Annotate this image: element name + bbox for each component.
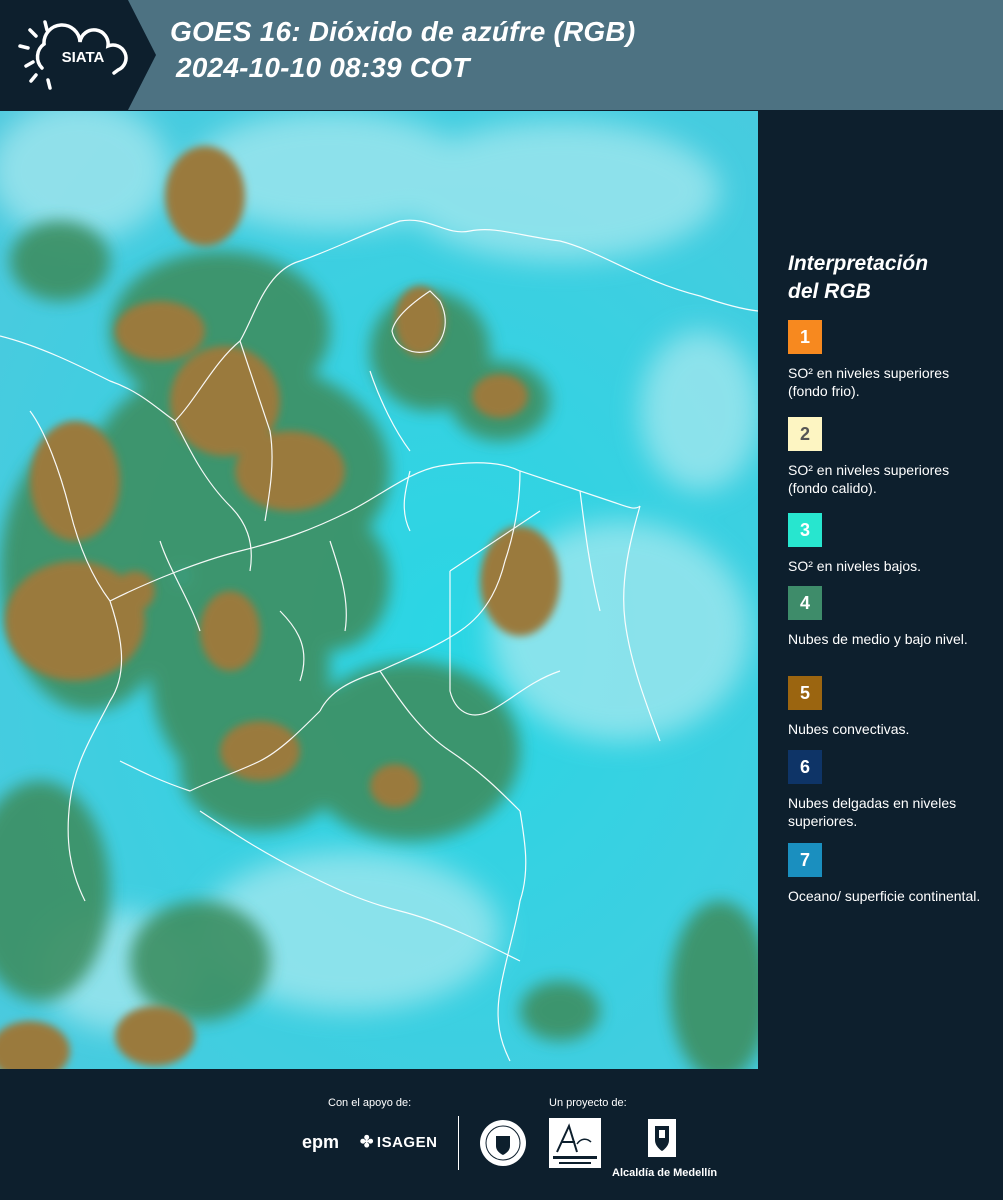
- legend-title-line-2: del RGB: [788, 280, 871, 303]
- isagen-logo: ✤ ISAGEN: [360, 1132, 437, 1152]
- alcaldia-text: Alcaldía de Medellín: [612, 1167, 718, 1179]
- footer-bar: Con el apoyo de: Un proyecto de: epm ✤ IS…: [0, 1070, 1003, 1200]
- title-line-1: GOES 16: Dióxido de azúfre (RGB): [170, 16, 636, 47]
- legend-desc-3: SO² en niveles bajos.: [788, 558, 922, 574]
- footer-divider: [458, 1116, 459, 1170]
- legend-swatch-2: 2: [788, 417, 822, 451]
- title-line-2: 2024-10-10 08:39 COT: [176, 52, 470, 83]
- medellin-seal-icon: [480, 1120, 526, 1166]
- legend-desc-2: SO² en niveles superiores (fondo calido)…: [788, 462, 950, 496]
- area-metropolitana-logo-icon: [549, 1118, 601, 1168]
- legend-desc-5: Nubes convectivas.: [788, 721, 910, 737]
- epm-logo: epm: [302, 1132, 339, 1153]
- legend-item-6: 6 Nubes delgadas en niveles superiores.: [788, 750, 988, 830]
- header-bar: SIATA GOES 16: Dióxido de azúfre (RGB) 2…: [0, 0, 1003, 110]
- satellite-map: [0, 111, 758, 1069]
- support-label: Con el apoyo de:: [328, 1097, 412, 1109]
- legend-swatch-6: 6: [788, 750, 822, 784]
- legend-desc-7: Oceano/ superficie continental.: [788, 888, 981, 904]
- alcaldia-shield-icon: [648, 1119, 676, 1157]
- legend-desc-1: SO² en niveles superiores (fondo frio).: [788, 365, 950, 399]
- legend-item-5: 5 Nubes convectivas.: [788, 676, 988, 738]
- project-label: Un proyecto de:: [549, 1097, 627, 1109]
- rgb-legend: Interpretación del RGB 1 SO² en niveles …: [788, 250, 993, 904]
- isagen-mark-icon: ✤: [360, 1134, 374, 1151]
- legend-title: Interpretación del RGB: [788, 250, 993, 306]
- epm-logo-text: epm: [302, 1132, 340, 1152]
- page-title: GOES 16: Dióxido de azúfre (RGB) 2024-10…: [170, 14, 635, 86]
- legend-swatch-7: 7: [788, 843, 822, 877]
- legend-swatch-1: 1: [788, 320, 822, 354]
- legend-item-3: 3 SO² en niveles bajos.: [788, 513, 988, 575]
- legend-swatch-4: 4: [788, 586, 822, 620]
- legend-swatch-5: 5: [788, 676, 822, 710]
- isagen-logo-text: ISAGEN: [376, 1134, 438, 1151]
- legend-swatch-3: 3: [788, 513, 822, 547]
- legend-item-1: 1 SO² en niveles superiores (fondo frio)…: [788, 320, 988, 400]
- siata-logo-panel: SIATA: [0, 0, 160, 110]
- legend-title-line-1: Interpretación: [788, 252, 929, 275]
- legend-desc-6: Nubes delgadas en niveles superiores.: [788, 795, 957, 829]
- siata-logo-text: SIATA: [62, 49, 105, 66]
- legend-item-2: 2 SO² en niveles superiores (fondo calid…: [788, 417, 988, 497]
- alcaldia-logo: Alcaldía de Medellín: [612, 1118, 718, 1179]
- legend-item-4: 4 Nubes de medio y bajo nivel.: [788, 586, 988, 648]
- legend-desc-4: Nubes de medio y bajo nivel.: [788, 631, 968, 647]
- legend-item-7: 7 Oceano/ superficie continental.: [788, 843, 988, 905]
